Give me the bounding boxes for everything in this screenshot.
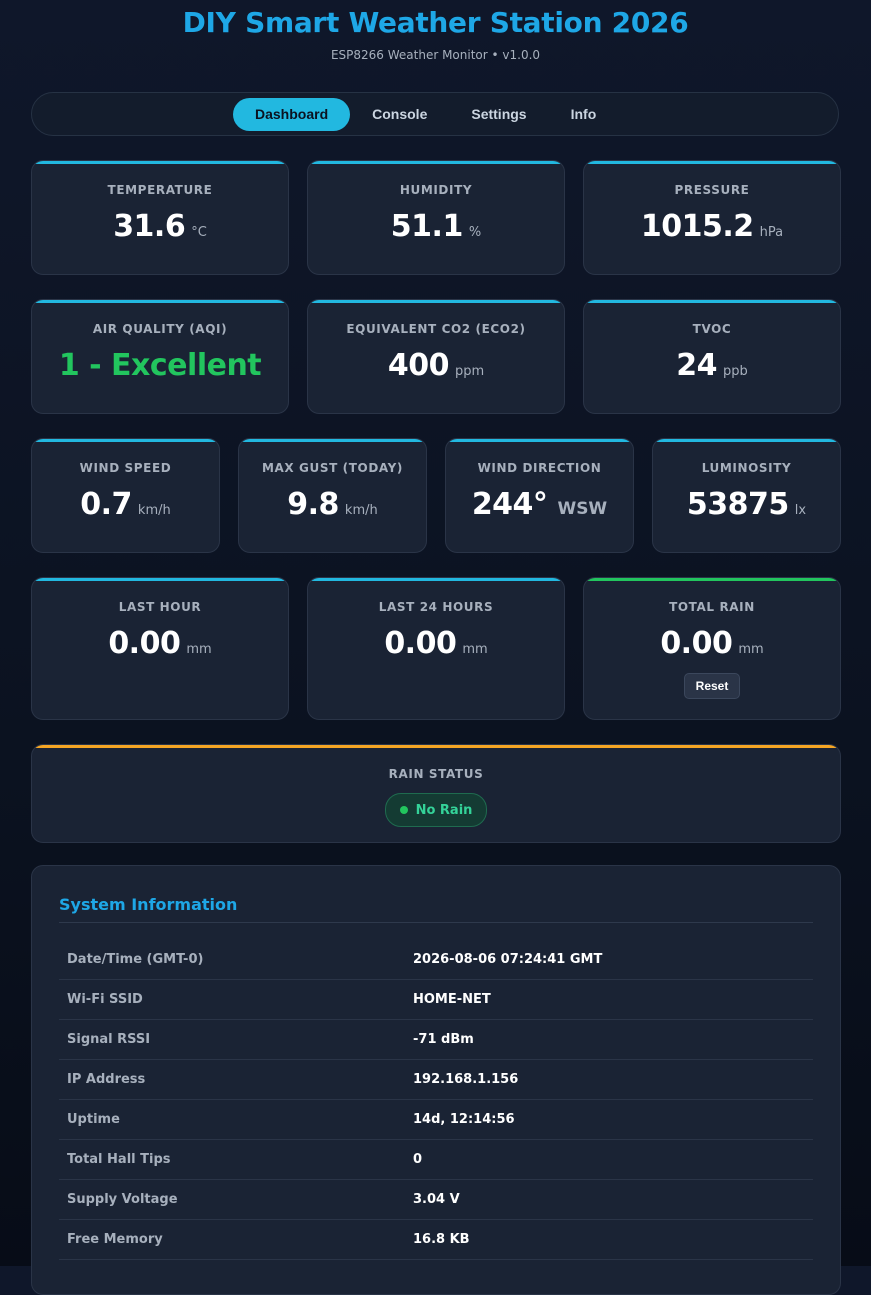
page-title: DIY Smart Weather Station 2026 <box>182 6 689 39</box>
row-key: Supply Voltage <box>67 1192 178 1207</box>
system-info-title: System Information <box>59 895 238 914</box>
pressure-unit: hPa <box>759 225 784 240</box>
aqi-card: AIR QUALITY (AQI) 1 - Excellent <box>31 299 289 414</box>
wind-speed-card: WIND SPEED 0.7 km/h <box>31 438 220 553</box>
last-24h-value: 0.00 <box>384 626 457 661</box>
tab-info[interactable]: Info <box>549 98 619 131</box>
row-value: 3.04 V <box>413 1192 460 1207</box>
row-value: 2026-08-06 07:24:41 GMT <box>413 952 603 967</box>
pressure-card: PRESSURE 1015.2 hPa <box>583 160 841 275</box>
pressure-label: PRESSURE <box>674 183 750 197</box>
temperature-label: TEMPERATURE <box>107 183 213 197</box>
humidity-label: HUMIDITY <box>399 183 473 197</box>
tab-dashboard[interactable]: Dashboard <box>233 98 351 131</box>
table-row: Total Hall Tips 0 <box>59 1140 813 1180</box>
temperature-card: TEMPERATURE 31.6 °C <box>31 160 289 275</box>
tab-console[interactable]: Console <box>350 98 449 131</box>
total-rain-unit: mm <box>738 642 764 657</box>
luminosity-value: 53875 <box>686 487 789 522</box>
table-row: Supply Voltage 3.04 V <box>59 1180 813 1220</box>
wind-direction-cardinal: WSW <box>557 499 608 519</box>
system-info-table: Date/Time (GMT-0) 2026-08-06 07:24:41 GM… <box>59 940 813 1260</box>
tvoc-value: 24 <box>676 348 717 383</box>
row-value: 16.8 KB <box>413 1232 470 1247</box>
wind-speed-unit: km/h <box>137 503 171 518</box>
page-header: DIY Smart Weather Station 2026 ESP8266 W… <box>0 0 871 62</box>
last-hour-unit: mm <box>186 642 212 657</box>
table-row: IP Address 192.168.1.156 <box>59 1060 813 1100</box>
row-key: Date/Time (GMT-0) <box>67 952 204 967</box>
wind-speed-value: 0.7 <box>80 487 132 522</box>
eco2-card: EQUIVALENT CO2 (ECO2) 400 ppm <box>307 299 565 414</box>
wind-speed-label: WIND SPEED <box>79 461 172 475</box>
row-value: 192.168.1.156 <box>413 1072 519 1087</box>
row-value: -71 dBm <box>413 1032 474 1047</box>
last-24h-card: LAST 24 HOURS 0.00 mm <box>307 577 565 720</box>
total-rain-card: TOTAL RAIN 0.00 mm Reset <box>583 577 841 720</box>
tvoc-unit: ppb <box>722 364 748 379</box>
max-gust-unit: km/h <box>344 503 378 518</box>
eco2-label: EQUIVALENT CO2 (ECO2) <box>346 322 526 336</box>
humidity-unit: % <box>468 225 482 240</box>
pressure-value: 1015.2 <box>640 209 754 244</box>
rain-status-text: No Rain <box>415 802 473 818</box>
last-hour-label: LAST HOUR <box>118 600 202 614</box>
tab-settings[interactable]: Settings <box>449 98 548 131</box>
row-key: IP Address <box>67 1072 146 1087</box>
tvoc-label: TVOC <box>692 322 732 336</box>
nav-bar: Dashboard Console Settings Info <box>31 92 839 136</box>
row-value: 14d, 12:14:56 <box>413 1112 515 1127</box>
reset-rain-button[interactable]: Reset <box>683 673 741 699</box>
page-subtitle: ESP8266 Weather Monitor • v1.0.0 <box>330 48 541 62</box>
row-value: 0 <box>413 1152 423 1167</box>
system-info-panel: System Information Date/Time (GMT-0) 202… <box>31 865 841 1295</box>
temperature-unit: °C <box>191 225 207 240</box>
rain-status-label: RAIN STATUS <box>388 767 484 781</box>
rain-status-badge: No Rain <box>384 793 488 827</box>
aqi-value: 1 - Excellent <box>58 348 262 383</box>
row-key: Wi-Fi SSID <box>67 992 143 1007</box>
row-value: HOME-NET <box>413 992 491 1007</box>
wind-direction-value: 244° <box>471 487 548 522</box>
table-row: Uptime 14d, 12:14:56 <box>59 1100 813 1140</box>
temperature-value: 31.6 <box>113 209 186 244</box>
max-gust-label: MAX GUST (TODAY) <box>261 461 403 475</box>
status-dot-icon <box>399 806 408 814</box>
eco2-value: 400 <box>387 348 450 383</box>
luminosity-label: LUMINOSITY <box>701 461 792 475</box>
tvoc-card: TVOC 24 ppb <box>583 299 841 414</box>
rain-status-card: RAIN STATUS No Rain <box>31 744 841 843</box>
total-rain-label: TOTAL RAIN <box>669 600 755 614</box>
divider <box>59 922 813 923</box>
last-hour-value: 0.00 <box>108 626 181 661</box>
table-row: Wi-Fi SSID HOME-NET <box>59 980 813 1020</box>
total-rain-value: 0.00 <box>660 626 733 661</box>
aqi-label: AIR QUALITY (AQI) <box>92 322 228 336</box>
max-gust-value: 9.8 <box>287 487 339 522</box>
table-row: Date/Time (GMT-0) 2026-08-06 07:24:41 GM… <box>59 940 813 980</box>
luminosity-unit: lx <box>794 503 807 518</box>
eco2-unit: ppm <box>454 364 485 379</box>
row-key: Uptime <box>67 1112 120 1127</box>
table-row: Signal RSSI -71 dBm <box>59 1020 813 1060</box>
humidity-value: 51.1 <box>390 209 464 244</box>
luminosity-card: LUMINOSITY 53875 lx <box>652 438 841 553</box>
table-row: Free Memory 16.8 KB <box>59 1220 813 1260</box>
max-gust-card: MAX GUST (TODAY) 9.8 km/h <box>238 438 427 553</box>
row-key: Total Hall Tips <box>67 1152 171 1167</box>
humidity-card: HUMIDITY 51.1 % <box>307 160 565 275</box>
last-hour-card: LAST HOUR 0.00 mm <box>31 577 289 720</box>
row-key: Signal RSSI <box>67 1032 151 1047</box>
wind-direction-card: WIND DIRECTION 244° WSW <box>445 438 634 553</box>
last-24h-label: LAST 24 HOURS <box>378 600 494 614</box>
wind-direction-label: WIND DIRECTION <box>477 461 602 475</box>
last-24h-unit: mm <box>462 642 488 657</box>
row-key: Free Memory <box>67 1232 163 1247</box>
